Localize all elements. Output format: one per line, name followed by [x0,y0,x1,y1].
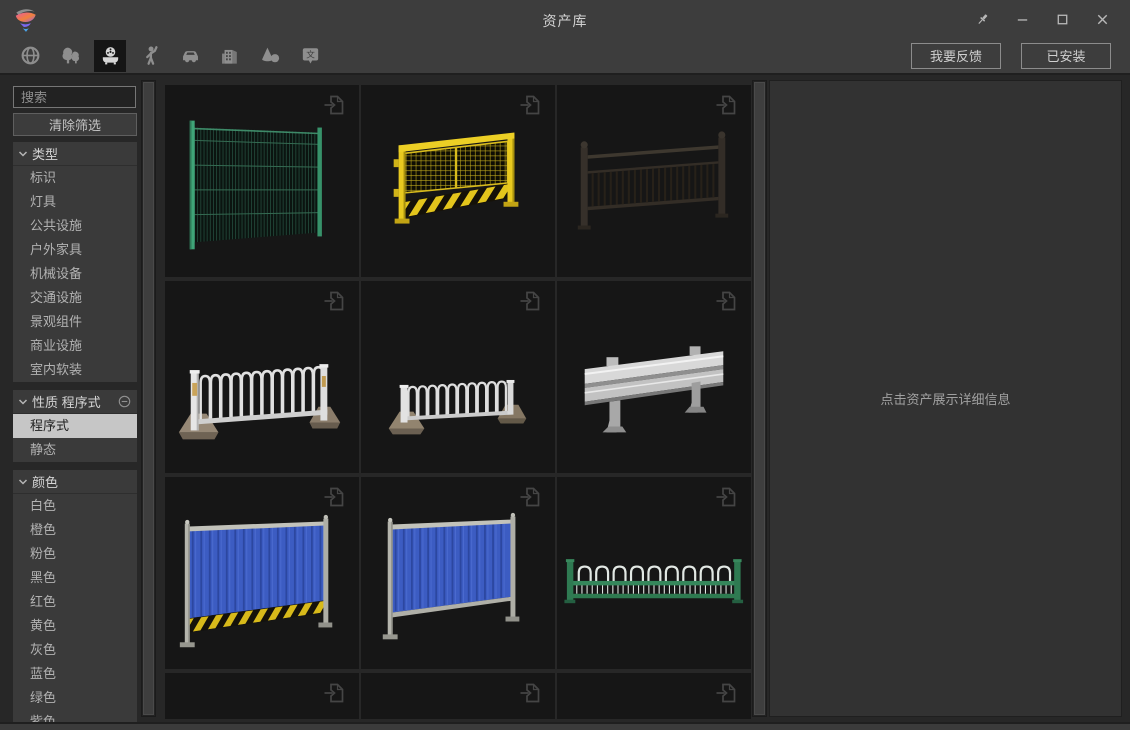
export-asset-icon[interactable] [321,288,347,314]
toolbar-buttons: 我要反馈 已安装 [911,43,1130,69]
filter-group-2: 颜色白色橙色粉色黑色红色黄色灰色蓝色绿色紫色 [13,470,137,722]
filter-section-header[interactable]: 类型 [13,142,137,166]
asset-grid [160,75,752,719]
tab-vehicle-icon[interactable] [174,40,206,72]
filter-item[interactable]: 橙色 [13,518,137,542]
filter-item[interactable]: 程序式 [13,414,137,438]
tab-props-icon[interactable] [94,40,126,72]
filter-item[interactable]: 商业设施 [13,334,137,358]
filter-item[interactable]: 公共设施 [13,214,137,238]
export-asset-icon[interactable] [713,92,739,118]
asset-tile-white-loop-fence-large[interactable] [165,281,359,473]
filter-item[interactable]: 机械设备 [13,262,137,286]
feedback-button[interactable]: 我要反馈 [911,43,1001,69]
export-asset-icon[interactable] [321,92,347,118]
export-asset-icon[interactable] [321,680,347,706]
bottom-bar [0,722,1130,730]
grid-scrollbar[interactable] [752,80,767,717]
filter-item[interactable]: 黄色 [13,614,137,638]
category-tabs: 文 [0,38,326,73]
filter-group-0: 类型标识灯具公共设施户外家具机械设备交通设施景观组件商业设施室内软装 [13,142,137,382]
asset-tile-green-wire-mesh-fence[interactable] [165,85,359,277]
titlebar[interactable]: 资产库 [0,0,1130,38]
tab-building-icon[interactable] [214,40,246,72]
asset-tile[interactable] [165,673,359,719]
grid-scrollbar-thumb[interactable] [754,82,765,715]
maximize-icon[interactable] [1042,0,1082,38]
export-asset-icon[interactable] [517,680,543,706]
export-asset-icon[interactable] [517,92,543,118]
export-asset-icon[interactable] [517,288,543,314]
asset-tile[interactable] [361,673,555,719]
detail-placeholder-text: 点击资产展示详细信息 [880,389,1010,408]
filter-group-1: 性质 程序式程序式静态 [13,390,137,462]
asset-tile-black-metal-railing[interactable] [557,85,751,277]
tab-vegetation-icon[interactable] [54,40,86,72]
filter-item[interactable]: 景观组件 [13,310,137,334]
asset-tile-blue-hoarding-hazard[interactable] [165,477,359,669]
export-asset-icon[interactable] [713,484,739,510]
filter-section-header[interactable]: 颜色 [13,470,137,494]
chevron-down-icon [18,397,28,407]
export-asset-icon[interactable] [517,484,543,510]
filter-item[interactable]: 绿色 [13,686,137,710]
minimize-icon[interactable] [1002,0,1042,38]
asset-tile[interactable] [557,673,751,719]
window-title: 资产库 [0,11,1130,31]
content-area: 清除筛选 类型标识灯具公共设施户外家具机械设备交通设施景观组件商业设施室内软装性… [0,75,1130,722]
filter-sections: 类型标识灯具公共设施户外家具机械设备交通设施景观组件商业设施室内软装性质 程序式… [13,142,137,722]
tab-globe-icon[interactable] [14,40,46,72]
filter-item[interactable]: 交通设施 [13,286,137,310]
filter-item[interactable]: 粉色 [13,542,137,566]
search-input[interactable] [13,86,136,108]
filter-item[interactable]: 灯具 [13,190,137,214]
filter-sidebar: 清除筛选 类型标识灯具公共设施户外家具机械设备交通设施景观组件商业设施室内软装性… [8,75,138,722]
close-icon[interactable] [1082,0,1122,38]
filter-item[interactable]: 户外家具 [13,238,137,262]
filter-item[interactable]: 白色 [13,494,137,518]
tab-material-icon[interactable] [254,40,286,72]
filter-item[interactable]: 紫色 [13,710,137,722]
filter-section-label: 性质 程序式 [32,392,101,411]
export-asset-icon[interactable] [321,484,347,510]
detail-panel: 点击资产展示详细信息 [769,80,1122,717]
remove-filter-icon[interactable] [118,395,131,408]
window-controls [962,0,1122,38]
tab-character-icon[interactable] [134,40,166,72]
filter-item[interactable]: 标识 [13,166,137,190]
asset-tile-blue-hoarding-plain[interactable] [361,477,555,669]
filter-item[interactable]: 静态 [13,438,137,462]
sidebar-scrollbar-thumb[interactable] [143,82,154,715]
asset-tile-highway-guardrail[interactable] [557,281,751,473]
clear-filters-button[interactable]: 清除筛选 [13,113,137,136]
svg-text:文: 文 [306,48,315,59]
asset-tile-white-loop-fence-small[interactable] [361,281,555,473]
filter-item[interactable]: 黑色 [13,566,137,590]
filter-item[interactable]: 灰色 [13,638,137,662]
tab-decal-icon[interactable]: 文 [294,40,326,72]
export-asset-icon[interactable] [713,288,739,314]
pin-window-icon[interactable] [962,0,1002,38]
installed-button[interactable]: 已安装 [1021,43,1111,69]
filter-section-label: 颜色 [32,472,58,491]
export-asset-icon[interactable] [713,680,739,706]
asset-library-window: 资产库 文 [0,0,1130,730]
chevron-down-icon [18,149,28,159]
asset-tile-yellow-construction-fence[interactable] [361,85,555,277]
toolbar: 文 我要反馈 已安装 [0,38,1130,75]
asset-tile-green-white-fence[interactable] [557,477,751,669]
filter-section-header[interactable]: 性质 程序式 [13,390,137,414]
filter-item[interactable]: 蓝色 [13,662,137,686]
filter-item[interactable]: 红色 [13,590,137,614]
filter-section-label: 类型 [32,144,58,163]
chevron-down-icon [18,477,28,487]
sidebar-scrollbar[interactable] [141,80,156,717]
filter-item[interactable]: 室内软装 [13,358,137,382]
